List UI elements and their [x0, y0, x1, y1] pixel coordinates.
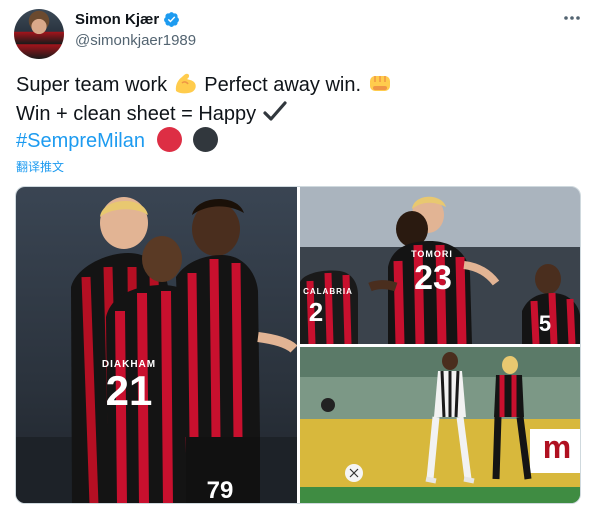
tweet-text-line-3: #SempreMilan: [16, 127, 219, 154]
tweet: Simon Kjær @simonkjaer1989 Super team wo…: [0, 0, 589, 513]
tweet-text-line-1: Super team work Perfect away win.: [16, 71, 393, 98]
black-circle-emoji: [193, 127, 219, 152]
jersey-number: 23: [414, 259, 452, 297]
handle[interactable]: @simonkjaer1989: [75, 32, 196, 49]
media-grid: DIAKHAM 21 79 TOMORI 23 CALABRIA 2 5 m: [15, 186, 581, 504]
tweet-text-line-2: Win + clean sheet = Happy: [16, 100, 288, 127]
tweet-text-segment: Win + clean sheet = Happy: [16, 103, 257, 125]
photo-players-hugging[interactable]: DIAKHAM 21 79: [16, 187, 297, 504]
oncoming-fist-emoji: [369, 76, 390, 91]
tweet-text-segment: Perfect away win.: [204, 74, 362, 96]
photo-left-scene: [16, 197, 297, 503]
flexed-biceps-emoji: [175, 73, 196, 94]
photo-team-celebration[interactable]: TOMORI 23 CALABRIA 2 5: [300, 187, 580, 344]
translate-tweet-link[interactable]: 翻译推文: [16, 158, 64, 175]
jersey-name: CALABRIA: [303, 287, 353, 296]
ad-board-text: m: [542, 429, 572, 465]
red-circle-emoji: [156, 127, 182, 152]
check-mark-emoji: [263, 101, 287, 121]
jersey-number: 21: [105, 367, 153, 414]
more-options-button[interactable]: [561, 7, 583, 29]
display-name[interactable]: Simon Kjær: [75, 11, 159, 28]
photo-match-action[interactable]: m: [300, 347, 580, 503]
tweet-text-segment: Super team work: [16, 74, 168, 96]
jersey-number: 5: [538, 311, 552, 336]
photo-bottom-right-scene: [300, 347, 580, 503]
more-options-icon: [564, 16, 580, 20]
avatar[interactable]: [14, 9, 64, 59]
jersey-name: TOMORI: [411, 249, 453, 259]
jersey-number: 79: [206, 477, 234, 504]
hashtag-link[interactable]: #SempreMilan: [16, 130, 145, 152]
author-row: Simon Kjær: [75, 11, 180, 28]
verified-badge-icon: [164, 12, 180, 27]
jersey-number: 2: [308, 297, 324, 327]
